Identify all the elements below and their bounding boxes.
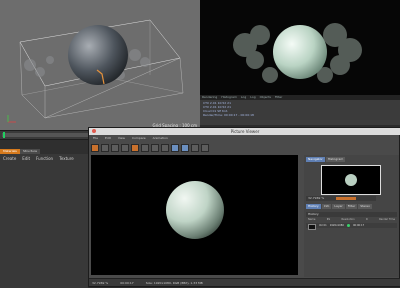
log-lines: CTX 2.01 10:52 21 CTX 2.01 10:52 21 Clou… bbox=[203, 101, 254, 117]
copy-icon[interactable] bbox=[141, 144, 149, 152]
status-zoom: 32.7969 % bbox=[92, 281, 109, 285]
col-name: Name bbox=[308, 218, 316, 221]
col-render-time: Render Time bbox=[379, 218, 395, 221]
menu-animation[interactable]: Animation bbox=[153, 136, 168, 140]
viewer-sidebar: Navigator Histogram 32.7969 % History In… bbox=[304, 155, 399, 277]
navigator-tabs: Navigator Histogram bbox=[306, 157, 346, 162]
menu-create[interactable]: Create bbox=[3, 156, 16, 161]
tab-info[interactable]: Info bbox=[321, 204, 332, 209]
folder-icon[interactable] bbox=[91, 144, 99, 152]
tab-structure[interactable]: Structure bbox=[20, 149, 40, 154]
log-tab[interactable]: Log bbox=[250, 95, 255, 100]
col-resolution: Resolution bbox=[341, 218, 355, 221]
menu-file[interactable]: File bbox=[93, 136, 98, 140]
view-mode-icon[interactable] bbox=[171, 144, 179, 152]
zoom-value: 32.7969 % bbox=[308, 196, 325, 200]
render-icon[interactable] bbox=[111, 144, 119, 152]
menu-compare[interactable]: Compare bbox=[132, 136, 146, 140]
channel-icon[interactable] bbox=[181, 144, 189, 152]
col-r: R bbox=[366, 218, 368, 221]
timeline-track[interactable] bbox=[2, 133, 88, 137]
tab-layer[interactable]: Layer bbox=[332, 204, 345, 209]
picture-viewer-window: Picture Viewer File Edit View Compare An… bbox=[88, 127, 400, 287]
material-manager: Materials Structure Create Edit Function… bbox=[0, 139, 88, 288]
history-title: History bbox=[306, 212, 397, 217]
log-tab[interactable]: Rendering bbox=[202, 95, 217, 100]
navigator-thumbnail[interactable] bbox=[321, 165, 381, 195]
status-time: 00:00:17 bbox=[120, 281, 134, 285]
history-columns: Name RS Resolution R Render Time bbox=[306, 218, 397, 221]
history-name: Vol 01 bbox=[319, 224, 327, 227]
menu-view[interactable]: View bbox=[118, 136, 125, 140]
history-tabs: History Info Layer Filter Stereo bbox=[306, 204, 372, 209]
navigator-zoom[interactable]: 32.7969 % bbox=[306, 196, 376, 201]
tab-history[interactable]: History bbox=[306, 204, 321, 209]
picture-viewer-statusbar: 32.7969 % 00:00:17 Size: 1920x1080, RGB … bbox=[89, 278, 400, 286]
log-tabs: Rendering Histogram Log Log Objects Filt… bbox=[200, 95, 400, 100]
log-tab[interactable]: Log bbox=[241, 95, 246, 100]
region-render-icon[interactable] bbox=[131, 144, 139, 152]
zoom-slider[interactable] bbox=[336, 197, 356, 200]
tab-histogram[interactable]: Histogram bbox=[325, 157, 346, 162]
compare-a-icon[interactable] bbox=[151, 144, 159, 152]
tab-filter[interactable]: Filter bbox=[345, 204, 358, 209]
stop-icon[interactable] bbox=[121, 144, 129, 152]
save-icon[interactable] bbox=[101, 144, 109, 152]
tab-navigator[interactable]: Navigator bbox=[306, 157, 325, 162]
tab-materials[interactable]: Materials bbox=[0, 149, 20, 154]
log-tab[interactable]: Histogram bbox=[221, 95, 237, 100]
log-tab[interactable]: Objects bbox=[260, 95, 271, 100]
history-resolution: 1920x1080 bbox=[329, 224, 344, 227]
status-size: Size: 1920x1080, RGB (8Bit), 1.33 MB bbox=[145, 281, 203, 285]
zoom-icon[interactable] bbox=[201, 144, 209, 152]
history-thumbnail bbox=[308, 223, 316, 230]
compare-b-icon[interactable] bbox=[161, 144, 169, 152]
window-title: Picture Viewer bbox=[230, 129, 260, 134]
menu-function[interactable]: Function bbox=[36, 156, 53, 161]
menu-edit[interactable]: Edit bbox=[22, 156, 30, 161]
picture-viewer-menu: File Edit View Compare Animation bbox=[93, 136, 168, 140]
material-menu: Create Edit Function Texture bbox=[3, 156, 74, 161]
log-tab[interactable]: Filter bbox=[275, 95, 282, 100]
render-view[interactable] bbox=[200, 0, 400, 95]
log-line: Render/Time: 00:00:17 - 00:00:18 bbox=[203, 113, 254, 117]
status-dot-icon bbox=[346, 224, 350, 227]
window-titlebar[interactable]: Picture Viewer bbox=[89, 128, 400, 135]
picture-viewer-toolbar bbox=[91, 143, 306, 153]
playhead-marker[interactable] bbox=[3, 132, 5, 138]
tab-stereo[interactable]: Stereo bbox=[358, 204, 372, 209]
col-rs: RS bbox=[326, 218, 331, 221]
fit-icon[interactable] bbox=[191, 144, 199, 152]
close-icon[interactable] bbox=[92, 129, 96, 133]
menu-edit[interactable]: Edit bbox=[105, 136, 111, 140]
menu-texture[interactable]: Texture bbox=[59, 156, 74, 161]
material-tabs: Materials Structure bbox=[0, 140, 88, 154]
render-image[interactable] bbox=[91, 155, 298, 275]
viewport-3d[interactable]: Grid Spacing : 100 cm bbox=[0, 0, 200, 130]
history-row[interactable]: Vol 01 1920x1080 00:00:17 bbox=[306, 223, 397, 230]
history-time: 00:00:17 bbox=[352, 224, 365, 227]
render-log-panel: Rendering Histogram Log Log Objects Filt… bbox=[200, 95, 400, 125]
